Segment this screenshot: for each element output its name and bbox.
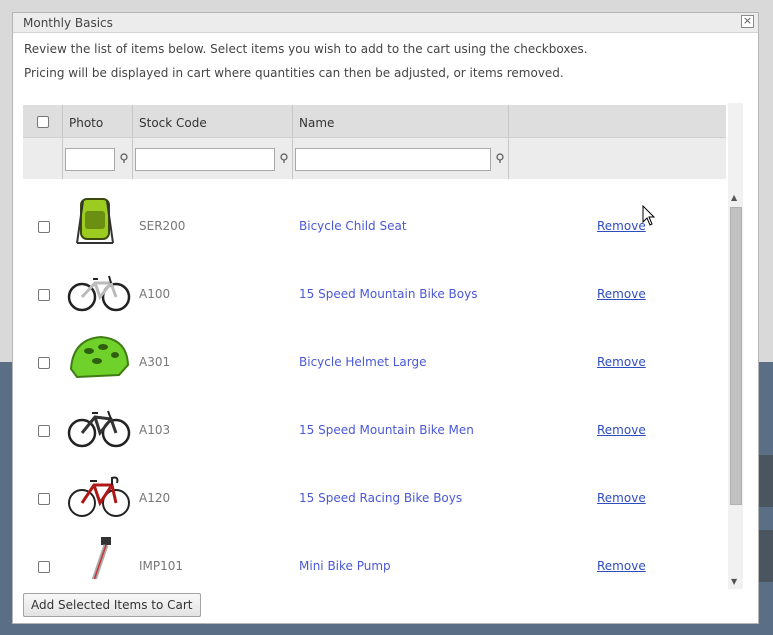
header-name-col: Name [293, 105, 509, 137]
remove-link[interactable]: Remove [597, 423, 646, 437]
header-select-col [23, 105, 63, 137]
scroll-down-icon[interactable]: ▼ [731, 577, 737, 586]
scrollbar-thumb[interactable] [730, 207, 742, 505]
header-photo-col: Photo [63, 105, 133, 137]
row-checkbox[interactable] [38, 289, 50, 301]
remove-link[interactable]: Remove [597, 287, 646, 301]
table-row: A103 15 Speed Mountain Bike Men Remove [23, 392, 726, 460]
stock-code: A301 [139, 355, 171, 369]
stock-code: IMP101 [139, 559, 184, 573]
monthly-basics-dialog: Monthly Basics × Review the list of item… [12, 12, 759, 624]
header-stock-code-col: Stock Code [133, 105, 293, 137]
table-row: SER200 Bicycle Child Seat Remove [23, 188, 726, 256]
close-icon[interactable]: × [741, 15, 754, 28]
filter-name-col [293, 138, 509, 179]
row-checkbox[interactable] [38, 221, 50, 233]
table-row: A120 15 Speed Racing Bike Boys Remove [23, 460, 726, 528]
item-name-link[interactable]: 15 Speed Mountain Bike Men [299, 423, 474, 437]
stock-code: A103 [139, 423, 171, 437]
select-all-checkbox[interactable] [37, 116, 49, 128]
filter-icon[interactable] [119, 153, 129, 163]
dialog-titlebar: Monthly Basics × [13, 13, 758, 33]
stock-code: SER200 [139, 219, 186, 233]
item-name-link[interactable]: 15 Speed Mountain Bike Boys [299, 287, 477, 301]
remove-link[interactable]: Remove [597, 219, 646, 233]
remove-link[interactable]: Remove [597, 355, 646, 369]
pump-icon [91, 537, 111, 579]
column-header-photo[interactable]: Photo [69, 116, 103, 130]
item-name-link[interactable]: 15 Speed Racing Bike Boys [299, 491, 462, 505]
items-grid: Photo Stock Code Name SER200 Bicycle Chi… [23, 103, 743, 579]
table-row: A100 15 Speed Mountain Bike Boys Remove [23, 256, 726, 324]
filter-stock-code-col [133, 138, 293, 179]
row-checkbox[interactable] [38, 561, 50, 573]
add-selected-to-cart-button[interactable]: Add Selected Items to Cart [23, 593, 201, 617]
grid-header: Photo Stock Code Name [23, 105, 726, 138]
remove-link[interactable]: Remove [597, 491, 646, 505]
filter-select-col [23, 138, 63, 179]
column-header-stock-code[interactable]: Stock Code [139, 116, 207, 130]
filter-row [23, 138, 726, 179]
filter-icon[interactable] [279, 153, 289, 163]
dialog-title: Monthly Basics [23, 16, 113, 30]
filter-icon[interactable] [495, 153, 505, 163]
item-name-link[interactable]: Bicycle Helmet Large [299, 355, 427, 369]
name-filter-input[interactable] [295, 148, 491, 171]
intro-text-1: Review the list of items below. Select i… [24, 42, 588, 56]
grid-scrollbar[interactable]: ▲ ▼ [728, 103, 743, 589]
row-checkbox[interactable] [38, 357, 50, 369]
stock-code: A100 [139, 287, 171, 301]
item-name-link[interactable]: Bicycle Child Seat [299, 219, 407, 233]
filter-photo-col [63, 138, 133, 179]
column-header-name[interactable]: Name [299, 116, 334, 130]
bike-icon [67, 410, 131, 448]
child-seat-icon [76, 198, 114, 244]
table-row: A301 Bicycle Helmet Large Remove [23, 324, 726, 392]
photo-filter-input[interactable] [65, 148, 115, 171]
stock-code: A120 [139, 491, 171, 505]
row-checkbox[interactable] [38, 425, 50, 437]
helmet-icon [69, 335, 130, 379]
racing-bike-icon [68, 476, 130, 517]
stock-code-filter-input[interactable] [135, 148, 275, 171]
mouse-cursor-icon [642, 205, 656, 226]
item-name-link[interactable]: Mini Bike Pump [299, 559, 391, 573]
table-row: IMP101 Mini Bike Pump Remove [23, 528, 726, 579]
remove-link[interactable]: Remove [597, 559, 646, 573]
bike-icon [67, 275, 131, 312]
row-checkbox[interactable] [38, 493, 50, 505]
intro-text-2: Pricing will be displayed in cart where … [24, 66, 564, 80]
scroll-up-icon[interactable]: ▲ [731, 193, 737, 202]
